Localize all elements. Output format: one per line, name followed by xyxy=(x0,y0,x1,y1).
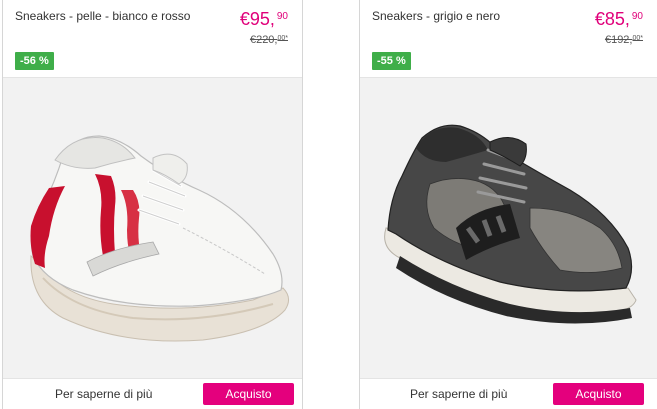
discount-badge: -55 % xyxy=(372,52,411,70)
old-price-main: €220, xyxy=(249,34,278,46)
more-info-link[interactable]: Per saperne di più xyxy=(410,387,507,401)
more-info-link[interactable]: Per saperne di più xyxy=(55,387,152,401)
price-cents: 90 xyxy=(631,11,643,22)
price-cents: 90 xyxy=(276,11,288,22)
product-image[interactable] xyxy=(360,77,657,379)
old-price: €220,00* xyxy=(250,34,288,46)
old-price-cents: 00* xyxy=(632,35,643,42)
old-price: €192,00* xyxy=(605,34,643,46)
product-image[interactable] xyxy=(3,77,302,379)
white-red-sneaker-photo xyxy=(30,135,289,342)
price-main: €95, xyxy=(239,9,275,29)
old-price-main: €192, xyxy=(604,34,633,46)
product-card[interactable]: Sneakers - grigio e nero €85, 90 €192,00*… xyxy=(359,0,657,409)
buy-button[interactable]: Acquisto xyxy=(203,383,294,405)
buy-button[interactable]: Acquisto xyxy=(553,383,644,405)
product-card[interactable]: Sneakers - pelle - bianco e rosso €95, 90… xyxy=(2,0,303,409)
current-price: €85, 90 xyxy=(595,9,643,30)
price-main: €85, xyxy=(594,9,630,29)
product-title[interactable]: Sneakers - pelle - bianco e rosso xyxy=(15,9,200,24)
product-title[interactable]: Sneakers - grigio e nero xyxy=(372,9,557,24)
current-price: €95, 90 xyxy=(240,9,288,30)
old-price-cents: 00* xyxy=(277,35,288,42)
discount-badge: -56 % xyxy=(15,52,54,70)
grey-black-sneaker-photo xyxy=(384,124,637,324)
